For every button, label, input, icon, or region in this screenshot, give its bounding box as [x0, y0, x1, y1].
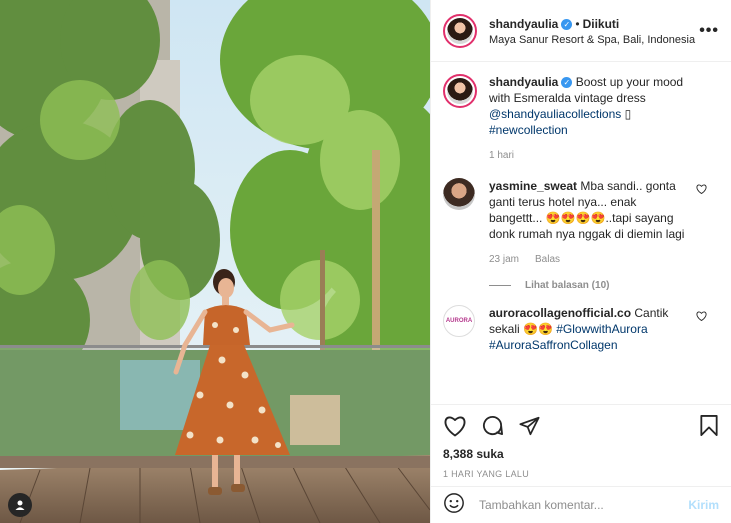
photo-illustration [0, 0, 430, 523]
post-actions: 8,388 suka 1 HARI YANG LALU [431, 404, 731, 479]
post-photo[interactable] [0, 0, 430, 523]
commenter-avatar[interactable] [443, 178, 475, 210]
comment-body: auroracollagenofficial.co Cantik sekali … [489, 305, 689, 353]
view-replies-button[interactable]: Lihat balasan (10) [489, 280, 719, 291]
caption-age[interactable]: 1 hari [489, 148, 514, 164]
caption-item: shandyaulia ✓ Boost up your mood with Esm… [443, 74, 719, 164]
post-side-panel: shandyaulia ✓ • Diikuti Maya Sanur Resort &… [430, 0, 731, 523]
caption-emoji: ▯ [621, 107, 632, 121]
follow-status-button[interactable]: Diikuti [583, 17, 620, 31]
comment-username[interactable]: yasmine_sweat [489, 179, 577, 193]
caption-username[interactable]: shandyaulia [489, 75, 558, 89]
comment-hashtag[interactable]: #AuroraSaffronCollagen [489, 338, 618, 352]
verified-icon: ✓ [561, 18, 573, 30]
post-location[interactable]: Maya Sanur Resort & Spa, Bali, Indonesia [489, 34, 699, 48]
commenter-avatar[interactable]: AURORA [443, 305, 475, 337]
action-icons [443, 413, 719, 443]
reply-button[interactable]: Balas [535, 252, 560, 268]
comment-body: yasmine_sweat Mba sandi.. gonta ganti te… [489, 178, 689, 268]
comment-username[interactable]: auroracollagenofficial.co [489, 306, 631, 320]
caption-hashtag[interactable]: #newcollection [489, 123, 568, 137]
author-meta: shandyaulia ✓ • Diikuti Maya Sanur Resort &… [489, 14, 699, 48]
author-avatar[interactable] [443, 13, 477, 48]
author-username[interactable]: shandyaulia [489, 17, 558, 31]
add-comment-bar: Kirim [431, 486, 731, 523]
like-comment-heart-icon[interactable] [696, 184, 707, 197]
comment-item: yasmine_sweat Mba sandi.. gonta ganti te… [443, 178, 719, 268]
like-heart-icon[interactable] [443, 415, 467, 442]
comment-input[interactable] [479, 498, 689, 512]
post-header: shandyaulia ✓ • Diikuti Maya Sanur Resort &… [431, 0, 731, 62]
caption-body: shandyaulia ✓ Boost up your mood with Esm… [489, 74, 699, 164]
comment-hashtag[interactable]: #GlowwithAurora [556, 322, 647, 336]
replies-divider [489, 285, 511, 286]
post-comment-button[interactable]: Kirim [688, 498, 719, 512]
post-timestamp[interactable]: 1 HARI YANG LALU [443, 469, 719, 479]
more-horizontal-icon[interactable]: ••• [699, 22, 719, 40]
share-paper-plane-icon[interactable] [518, 415, 541, 442]
like-count[interactable]: 8,388 suka [443, 447, 719, 461]
comments-list[interactable]: shandyaulia ✓ Boost up your mood with Esm… [431, 62, 731, 404]
tagged-users-icon[interactable] [8, 493, 32, 517]
follow-separator: • [575, 16, 580, 31]
caption-avatar[interactable] [443, 74, 477, 108]
comment-age[interactable]: 23 jam [489, 252, 519, 268]
like-comment-heart-icon[interactable] [696, 311, 707, 324]
comment-bubble-icon[interactable] [481, 414, 504, 442]
view-replies-label[interactable]: Lihat balasan (10) [525, 280, 609, 291]
verified-icon: ✓ [561, 77, 573, 88]
post-modal: shandyaulia ✓ • Diikuti Maya Sanur Resort &… [0, 0, 731, 523]
save-bookmark-icon[interactable] [699, 414, 719, 442]
caption-mention[interactable]: @shandyauliacollections [489, 107, 621, 121]
emoji-smiley-icon[interactable] [443, 492, 465, 519]
comment-item: AURORA auroracollagenofficial.co Cantik … [443, 305, 719, 353]
